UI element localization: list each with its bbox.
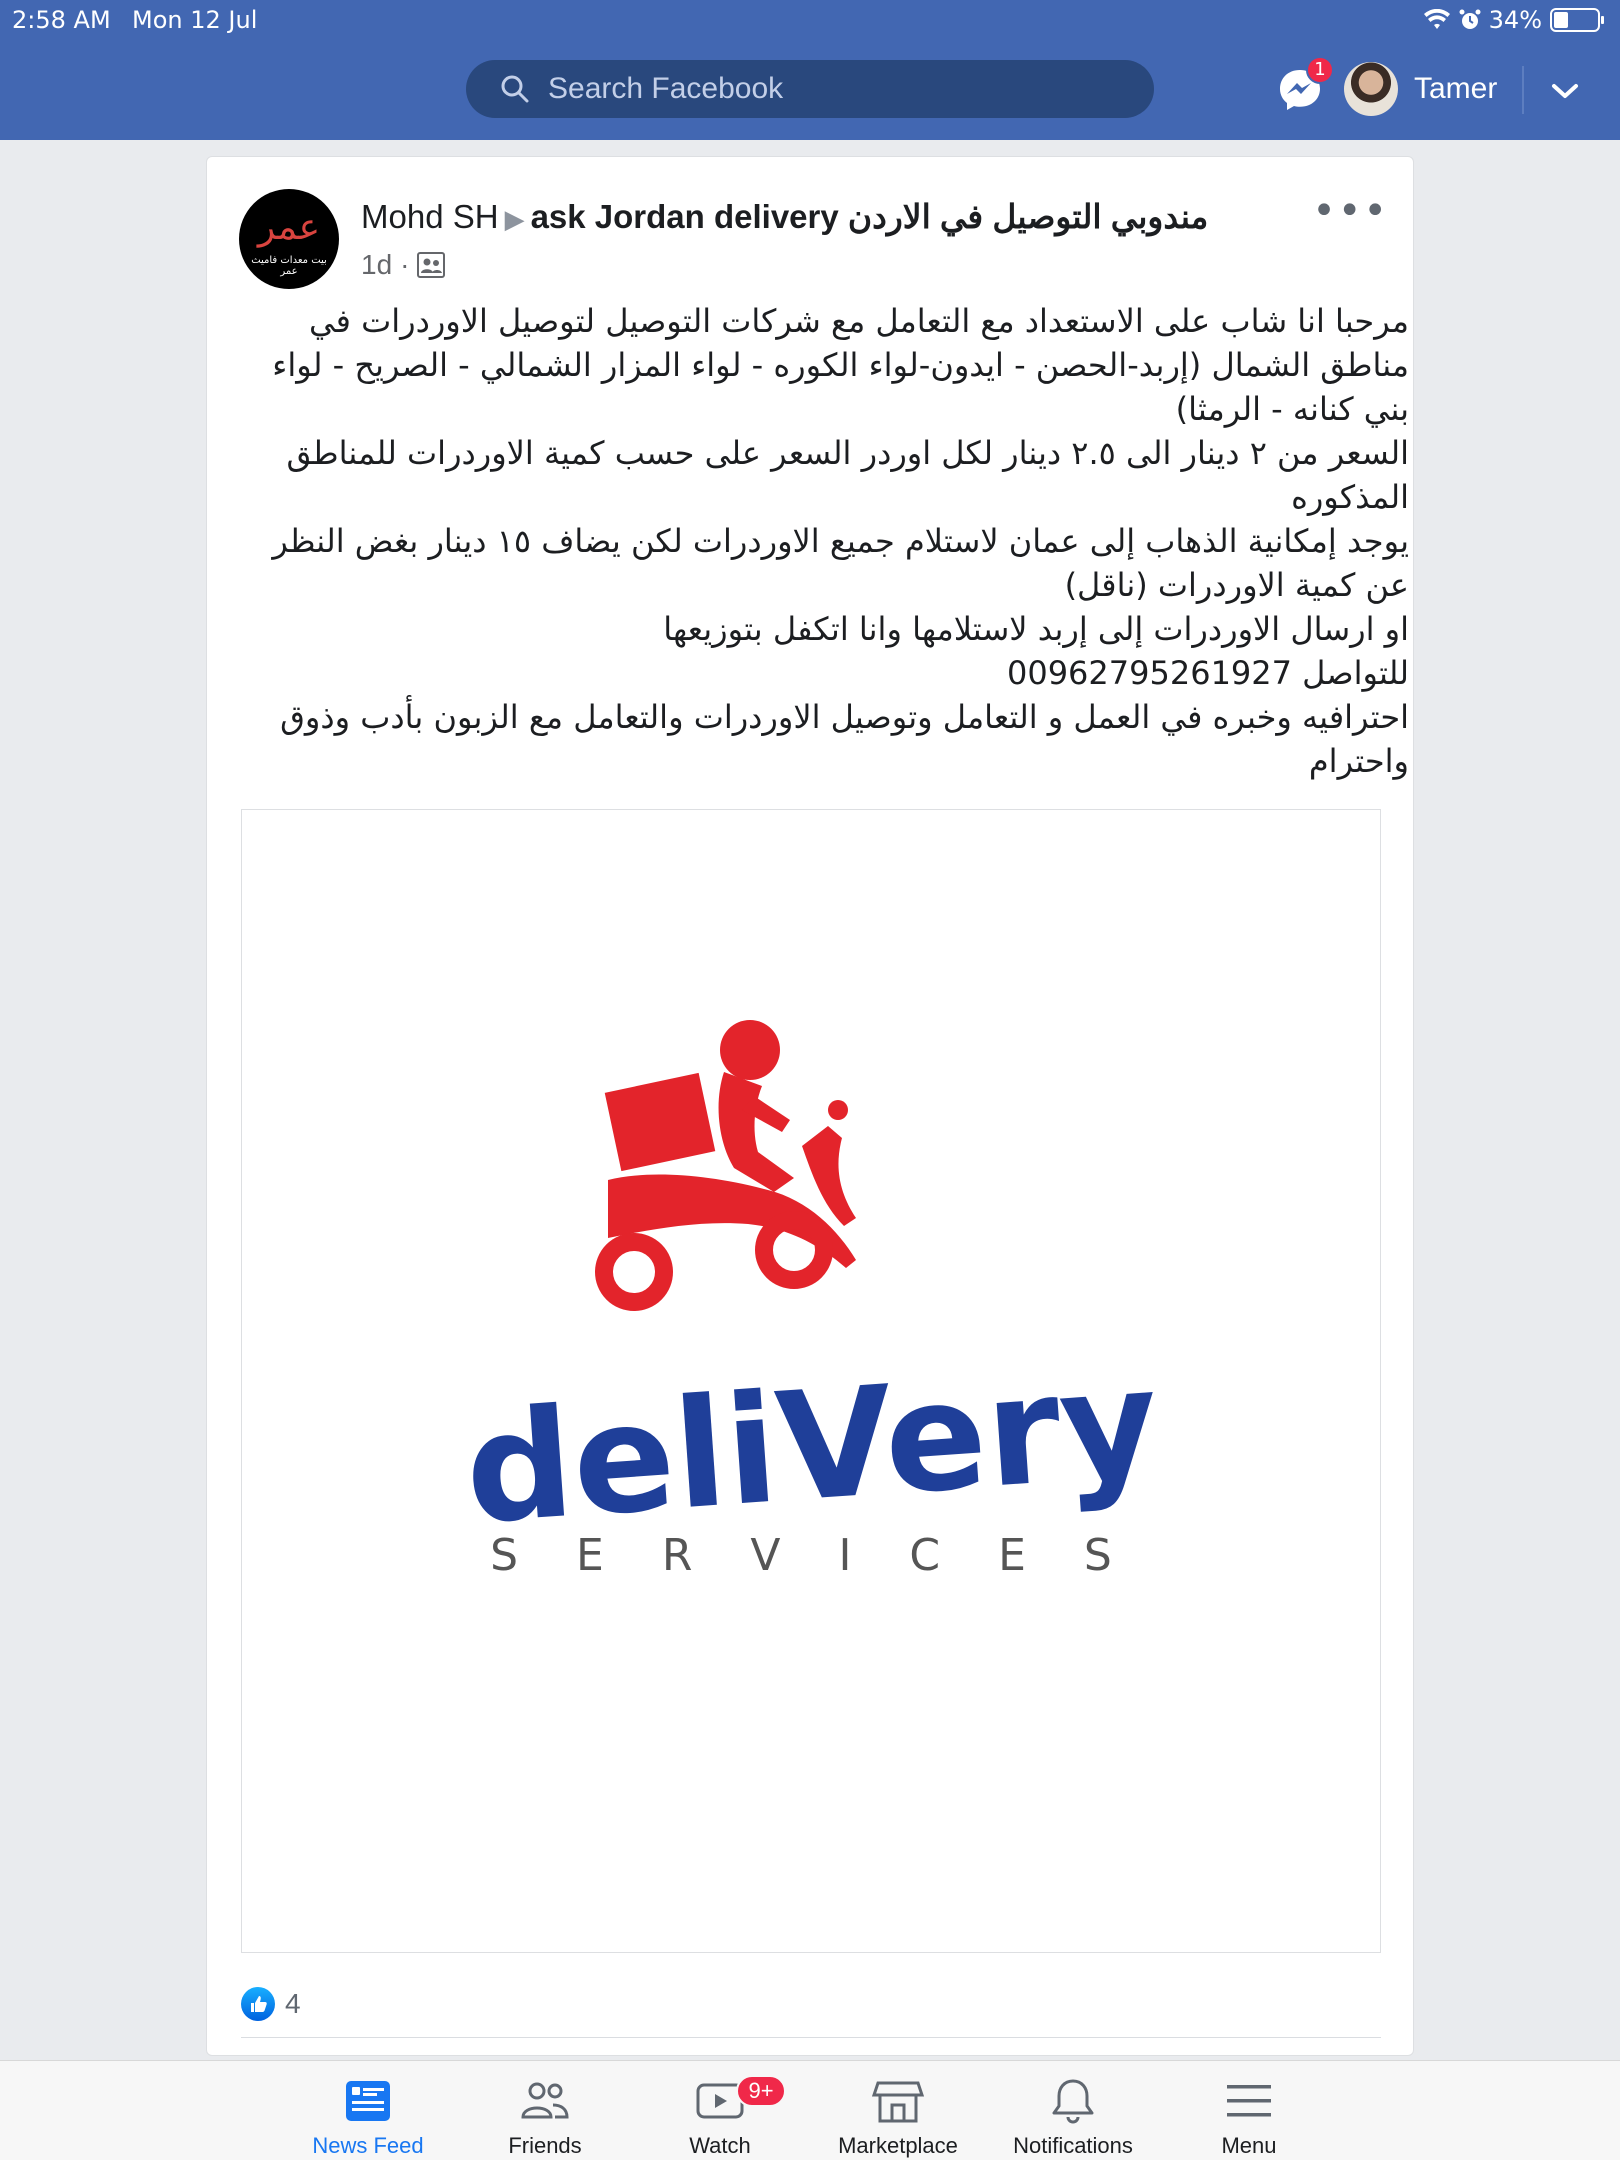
bell-icon: [1052, 2079, 1094, 2124]
status-time: 2:58 AM: [12, 6, 111, 34]
tab-label: Watch: [689, 2133, 751, 2158]
group-name[interactable]: ask Jordan delivery مندوبي التوصيل في ال…: [531, 198, 1209, 235]
tab-label: News Feed: [312, 2133, 424, 2158]
watch-badge: 9+: [736, 2075, 786, 2107]
avatar-logo-text: عمر: [257, 207, 321, 248]
post-text-line: او ارسال الاوردرات إلى إربد لاستلامها وا…: [663, 610, 1409, 648]
tab-label: Marketplace: [838, 2133, 958, 2158]
logo-word: deliVery: [460, 1336, 1164, 1558]
tab-menu[interactable]: Menu: [1159, 2075, 1339, 2159]
wifi-icon: [1423, 9, 1450, 29]
tab-friends[interactable]: Friends: [455, 2075, 635, 2159]
status-indicators: 34%: [1423, 6, 1604, 34]
post-header: Mohd SH ▶ ask Jordan delivery مندوبي التوص…: [361, 197, 1208, 236]
bottom-tab-bar: News Feed Friends Watch 9+ Marketplace N…: [0, 2060, 1620, 2160]
post-image[interactable]: deliVery S E R V I C E S: [241, 809, 1381, 1953]
search-bar[interactable]: [466, 60, 1154, 118]
tab-news-feed[interactable]: News Feed: [278, 2075, 458, 2159]
arrow-right-icon: ▶: [504, 204, 525, 234]
tab-label: Menu: [1221, 2133, 1277, 2158]
tab-watch[interactable]: Watch 9+: [630, 2075, 810, 2159]
search-icon: [501, 75, 529, 103]
alarm-icon: [1459, 9, 1481, 29]
meta-separator: ·: [400, 249, 410, 280]
tab-marketplace[interactable]: Marketplace: [808, 2075, 988, 2159]
author-name[interactable]: Mohd SH: [361, 198, 499, 235]
tab-label: Friends: [508, 2133, 582, 2158]
delivery-scooter-icon: [595, 1020, 856, 1311]
logo-subtitle: S E R V I C E S: [490, 1530, 1134, 1581]
messenger-badge: 1: [1306, 56, 1334, 84]
chevron-down-icon[interactable]: [1548, 76, 1582, 106]
battery-percent: 34%: [1488, 6, 1542, 34]
reactions-summary[interactable]: 4: [241, 1987, 301, 2021]
news-feed-icon: [346, 2081, 390, 2121]
search-input[interactable]: [548, 72, 1108, 106]
post-text-line: للتواصل 00962795261927: [1006, 654, 1409, 692]
battery-icon: [1550, 8, 1604, 32]
user-avatar[interactable]: [1344, 62, 1398, 116]
menu-icon: [1227, 2085, 1271, 2117]
marketplace-icon: [871, 2081, 925, 2123]
user-name[interactable]: Tamer: [1414, 72, 1497, 106]
group-audience-icon: [417, 252, 446, 278]
post-text-line: السعر من ٢ دينار الى ٢.٥ دينار لكل اوردر…: [286, 434, 1409, 516]
battery-level: [1554, 12, 1568, 28]
card-divider: [241, 2037, 1381, 2038]
tab-notifications[interactable]: Notifications: [983, 2075, 1163, 2159]
post-time[interactable]: 1d: [361, 249, 392, 281]
reaction-count: 4: [285, 1988, 301, 2019]
more-options-button[interactable]: •••: [1312, 191, 1389, 231]
like-reaction-icon: [241, 1987, 275, 2021]
friends-icon: [521, 2082, 569, 2119]
post-card: عمر بيت معدات فاميث عمر Mohd SH ▶ ask Jord…: [206, 156, 1414, 2056]
post-text-line: يوجد إمكانية الذهاب إلى عمان لاستلام جمي…: [272, 522, 1409, 604]
post-body: مرحبا انا شاب على الاستعداد مع التعامل م…: [227, 299, 1409, 783]
delivery-logo: deliVery S E R V I C E S: [460, 1020, 1164, 1581]
top-navigation-bar: 2:58 AM Mon 12 Jul 34% 1 Tamer: [0, 0, 1620, 140]
author-avatar[interactable]: عمر بيت معدات فاميث عمر: [239, 189, 339, 289]
header-divider: [1522, 66, 1524, 114]
post-text-line: مرحبا انا شاب على الاستعداد مع التعامل م…: [272, 302, 1409, 428]
status-date: Mon 12 Jul: [132, 6, 258, 34]
tab-label: Notifications: [1013, 2133, 1133, 2158]
avatar-logo-subtext: بيت معدات فاميث عمر: [251, 255, 327, 277]
post-text-line: احترافيه وخبره في العمل و التعامل وتوصيل…: [280, 698, 1409, 780]
post-meta: 1d ·: [361, 249, 446, 281]
